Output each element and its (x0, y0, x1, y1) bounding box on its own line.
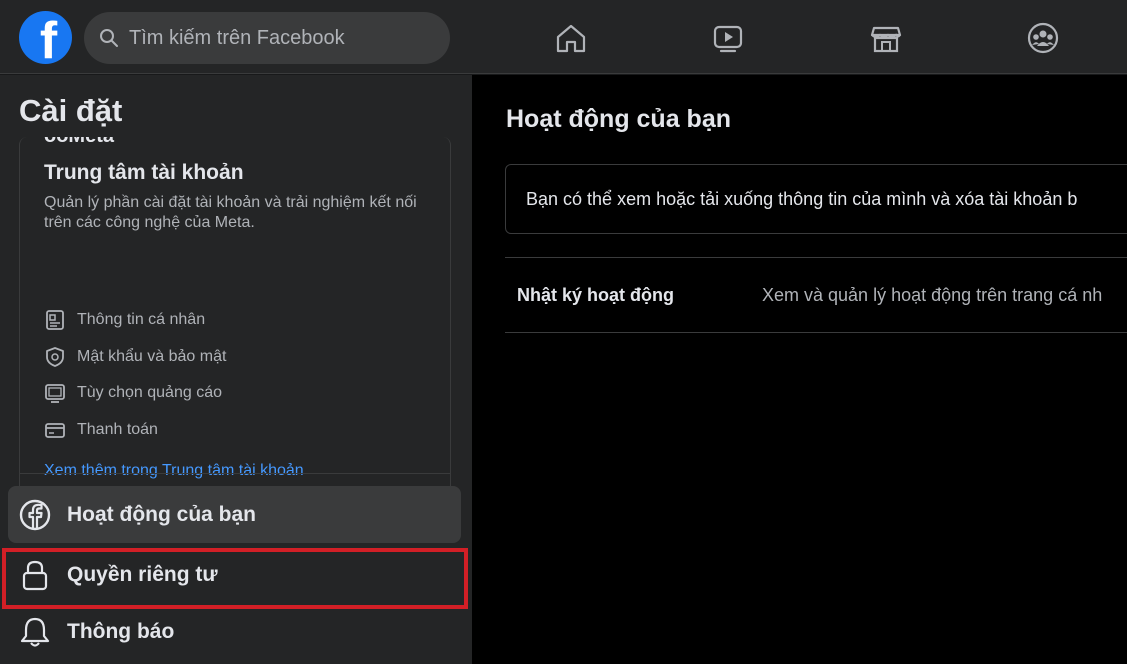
menu-item-your-activity[interactable]: Hoạt động của bạn (8, 486, 461, 543)
main-content: Hoạt động của bạn Bạn có thể xem hoặc tả… (472, 75, 1127, 664)
account-item-label: Thanh toán (77, 421, 158, 438)
search-icon (100, 29, 118, 47)
marketplace-icon[interactable] (864, 16, 908, 60)
account-center-description: Quản lý phần cài đặt tài khoản và trải n… (44, 194, 417, 231)
search-box[interactable] (84, 12, 450, 64)
video-icon[interactable] (706, 16, 750, 60)
activity-log-label: Nhật ký hoạt động (517, 284, 674, 305)
home-icon[interactable] (549, 16, 593, 60)
see-more-account-center-link[interactable]: Xem thêm trong Trung tâm tài khoản (44, 462, 304, 480)
account-center-title[interactable]: Trung tâm tài khoản (44, 161, 244, 185)
account-item-personal-info[interactable]: Thông tin cá nhân (44, 307, 205, 333)
shield-icon (46, 347, 64, 367)
groups-icon[interactable] (1021, 16, 1065, 60)
sidebar-title: Cài đặt (19, 93, 123, 128)
facebook-logo-icon[interactable]: f (19, 11, 72, 64)
menu-item-privacy[interactable]: Quyền riêng tư (8, 546, 461, 603)
credit-card-icon (45, 423, 65, 438)
monitor-icon (45, 384, 65, 403)
page-title: Hoạt động của bạn (506, 105, 731, 133)
info-box: Bạn có thể xem hoặc tải xuống thông tin … (505, 164, 1127, 234)
meta-label-cutoff: ooMeta (44, 137, 114, 148)
account-center-card: ooMeta Trung tâm tài khoản Quản lý phần … (19, 137, 451, 521)
menu-item-notifications[interactable]: Thông báo (8, 603, 461, 660)
menu-item-label: Quyền riêng tư (67, 562, 218, 586)
search-input[interactable] (129, 26, 429, 50)
activity-log-row[interactable]: Nhật ký hoạt động Xem và quản lý hoạt độ… (505, 257, 1127, 333)
top-navigation-bar: f (0, 0, 1127, 74)
menu-item-label: Thông báo (67, 619, 175, 643)
account-item-ad-preferences[interactable]: Tùy chọn quảng cáo (44, 380, 222, 406)
activity-log-description: Xem và quản lý hoạt động trên trang cá n… (762, 284, 1103, 305)
sidebar-divider (19, 473, 451, 474)
account-item-label: Mật khẩu và bảo mật (77, 348, 227, 365)
lock-icon (22, 560, 48, 590)
info-text: Bạn có thể xem hoặc tải xuống thông tin … (526, 188, 1078, 209)
menu-item-label: Hoạt động của bạn (67, 502, 256, 526)
facebook-icon (19, 499, 51, 530)
settings-sidebar: Cài đặt ooMeta Trung tâm tài khoản Quản … (0, 75, 472, 664)
account-item-label: Tùy chọn quảng cáo (77, 384, 222, 401)
id-card-icon (46, 310, 64, 330)
account-item-label: Thông tin cá nhân (77, 311, 206, 328)
logo-letter: f (39, 12, 58, 64)
bell-icon (20, 617, 50, 647)
account-item-password-security[interactable]: Mật khẩu và bảo mật (44, 344, 226, 370)
account-item-payments[interactable]: Thanh toán (44, 417, 158, 443)
